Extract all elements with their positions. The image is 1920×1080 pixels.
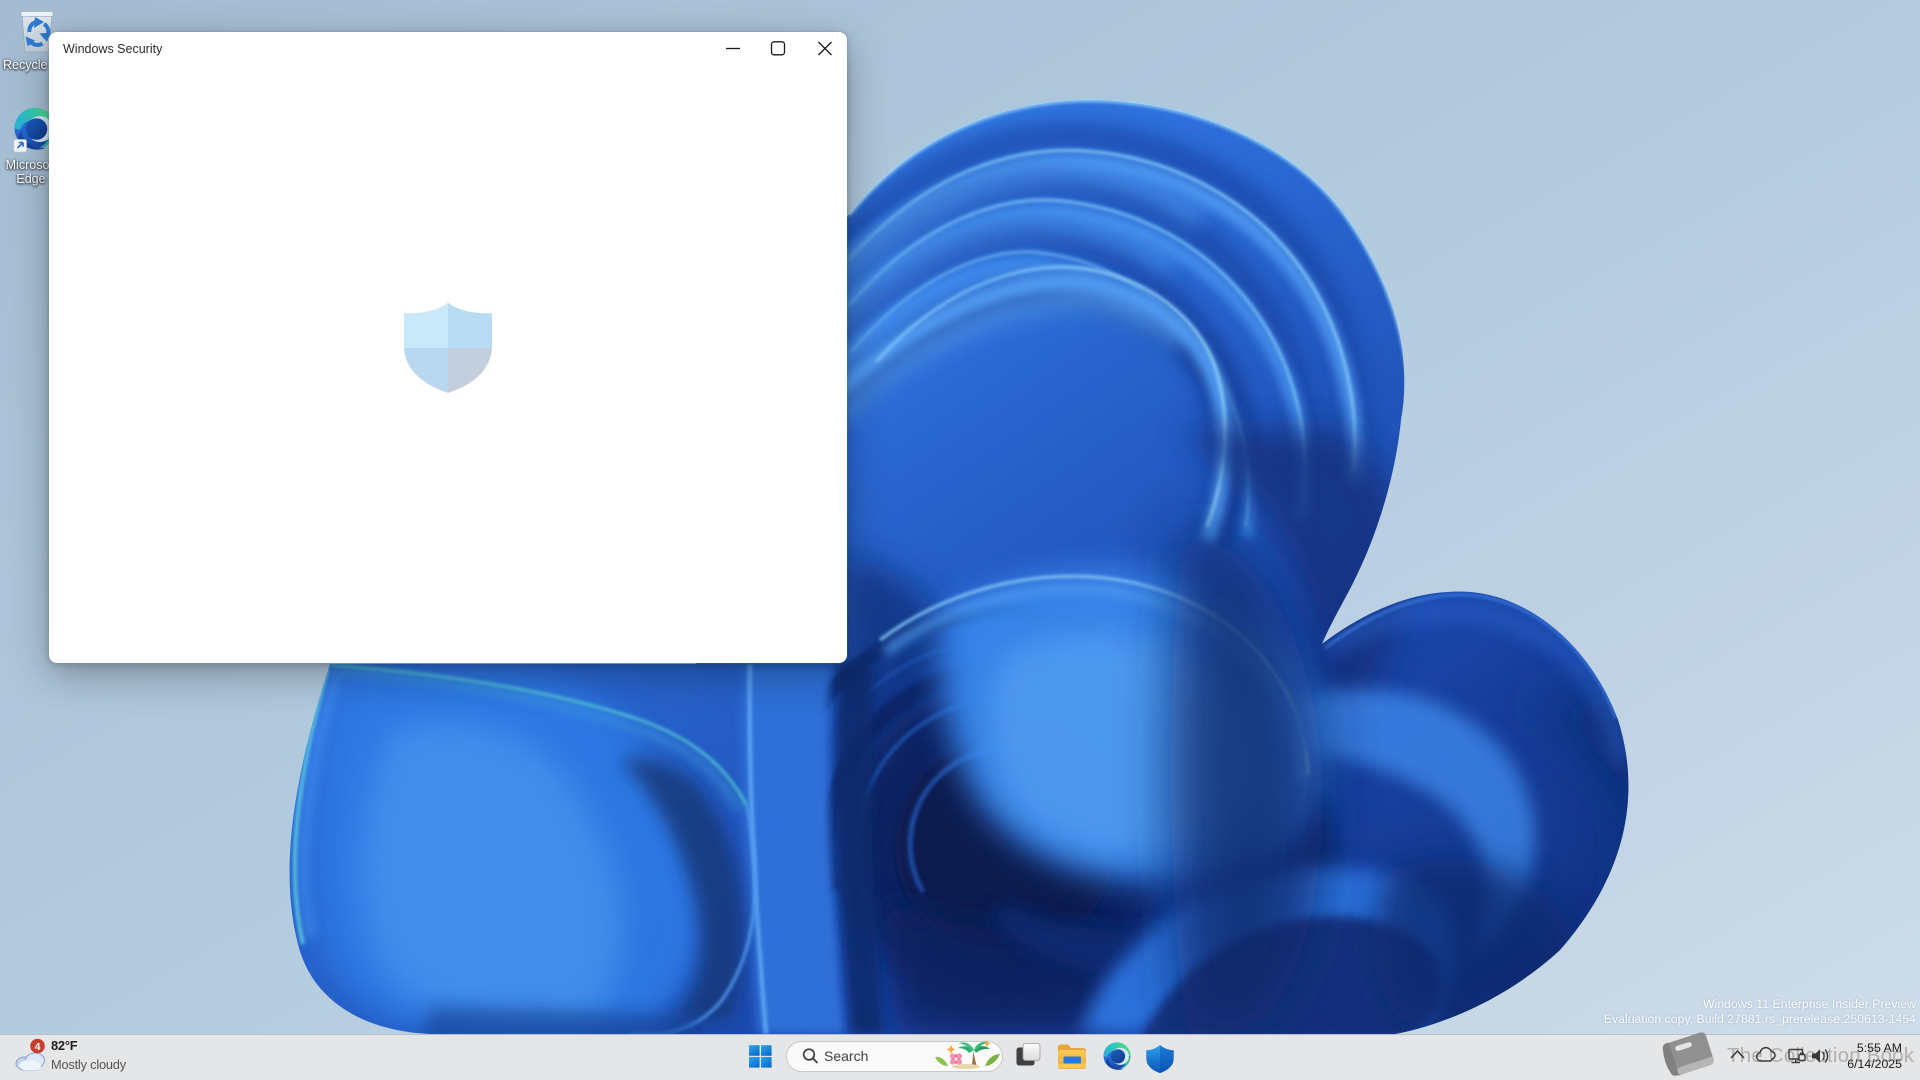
svg-text:4: 4 <box>35 1041 41 1053</box>
